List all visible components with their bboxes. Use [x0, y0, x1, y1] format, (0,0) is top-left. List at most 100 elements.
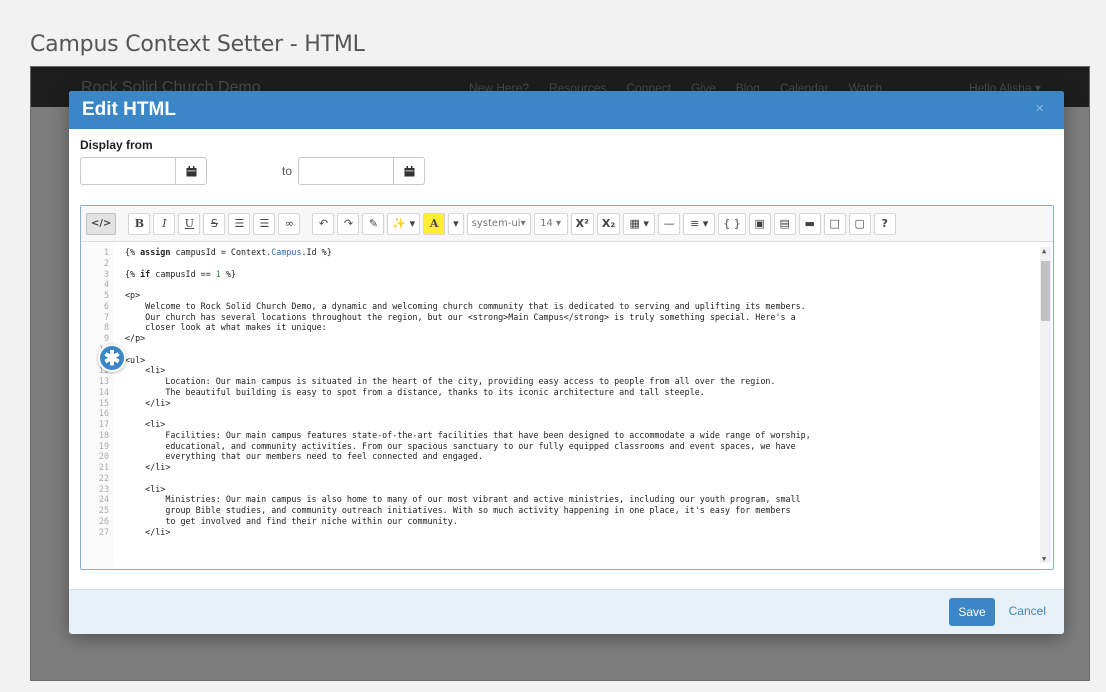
code-line: 6 Welcome to Rock Solid Church Demo, a d… [81, 301, 1021, 312]
code-line: 25 group Bible studies, and community ou… [81, 505, 1021, 516]
line-content: closer look at what makes it unique: [125, 322, 327, 333]
line-number: 7 [103, 311, 109, 322]
close-icon[interactable]: × [1035, 100, 1044, 117]
code-token: {% [125, 247, 141, 257]
style-dropdown[interactable]: ✨ ▾ [387, 212, 421, 235]
superscript-button[interactable]: X² [570, 212, 594, 235]
line-content: Ministries: Our main campus is also home… [125, 494, 801, 505]
line-content: Location: Our main campus is situated in… [125, 376, 775, 387]
code-token: </li> [125, 526, 171, 537]
calendar-icon[interactable] [394, 157, 425, 185]
code-token: </p> [125, 333, 146, 343]
code-token: <p> [125, 290, 141, 300]
paste-text-button[interactable]: ▢ [848, 212, 871, 235]
line-content: <li> [125, 365, 165, 376]
cancel-button[interactable]: Cancel [1009, 604, 1046, 618]
scroll-up-icon[interactable]: ▲ [1042, 247, 1046, 255]
code-line: 8 closer look at what makes it unique: [81, 322, 1021, 333]
code-line: 17 <li> [81, 419, 1021, 430]
italic-button[interactable]: I [153, 212, 176, 235]
code-line: 20 everything that our members need to f… [81, 451, 1021, 462]
code-token: The beautiful building is easy to spot f… [125, 386, 705, 397]
chevron-down-icon: ▾ [552, 218, 562, 229]
code-token: everything that our members need to feel… [125, 451, 483, 462]
asterisk-badge-icon[interactable]: ✱ [98, 344, 126, 372]
strikethrough-button[interactable]: S [203, 212, 226, 235]
code-token: .Id %} [301, 247, 332, 257]
bold-button[interactable]: B [128, 212, 151, 235]
edit-html-modal: Edit HTML × Display from to </> B I U S … [69, 91, 1064, 634]
font-size-dropdown[interactable]: 14 ▾ [533, 212, 568, 235]
paste-button[interactable]: □ [823, 212, 846, 235]
horizontal-rule-button[interactable]: — [658, 212, 681, 235]
lava-button[interactable]: { } [718, 212, 746, 235]
code-token: Facilities: Our main campus features sta… [125, 429, 811, 440]
code-token: Location: Our main campus is situated in… [125, 376, 776, 386]
line-content: educational, and community activities. F… [125, 441, 795, 452]
save-button[interactable]: Save [949, 598, 995, 626]
line-number: 14 [98, 386, 109, 397]
line-content: <li> [125, 484, 165, 495]
line-number: 19 [98, 440, 109, 451]
modal-header: Edit HTML × [69, 91, 1064, 129]
to-label: to [282, 164, 293, 178]
folder-button[interactable]: ▬ [798, 212, 821, 235]
code-token: campusId = Context. [170, 247, 272, 257]
line-number: 20 [98, 451, 109, 462]
highlight-color-button[interactable]: A [423, 212, 446, 235]
code-editor[interactable]: 1 {% assign campusId = Context.Campus.Id … [81, 243, 1053, 569]
file-button[interactable]: ▤ [773, 212, 796, 235]
code-token: %} [220, 268, 236, 279]
code-token: </li> [125, 462, 171, 472]
code-token: Campus [271, 247, 302, 257]
code-token: <li> [125, 365, 166, 376]
image-button[interactable]: ▣ [748, 212, 771, 235]
line-number: 16 [98, 408, 109, 419]
start-date-input[interactable] [80, 157, 176, 185]
code-token: </li> [125, 397, 171, 408]
align-dropdown[interactable]: ≡ ▾ [683, 212, 716, 235]
code-line: 15 </li> [81, 398, 1021, 409]
line-content: <li> [125, 419, 165, 430]
line-content: <p> [125, 290, 140, 301]
line-number: 26 [98, 515, 109, 526]
subscript-button[interactable]: X₂ [596, 212, 621, 235]
chevron-down-icon: ▾ [520, 218, 526, 229]
code-line: 1 {% assign campusId = Context.Campus.Id … [81, 247, 1021, 258]
code-line: 9 </p> [81, 333, 1021, 344]
help-button[interactable]: ? [873, 212, 896, 235]
clear-format-button[interactable]: ✎ [362, 212, 385, 235]
line-number: 17 [98, 419, 109, 429]
calendar-icon[interactable] [176, 157, 207, 185]
code-view-button[interactable]: </> [86, 212, 117, 235]
font-size-value: 14 [540, 218, 553, 229]
unordered-list-button[interactable]: ☰ [253, 212, 276, 235]
undo-button[interactable]: ↶ [312, 212, 335, 235]
line-content: </li> [125, 462, 170, 473]
scrollbar-thumb[interactable] [1041, 261, 1050, 321]
link-button[interactable]: ∞ [278, 212, 301, 235]
line-content: Facilities: Our main campus features sta… [125, 429, 811, 441]
color-dropdown-button[interactable]: ▾ [448, 212, 464, 235]
vertical-scrollbar[interactable]: ▲ ▼ [1040, 247, 1051, 563]
ordered-list-button[interactable]: ☰ [228, 212, 251, 235]
code-token: if [140, 268, 151, 279]
scroll-down-icon[interactable]: ▼ [1042, 555, 1046, 563]
underline-button[interactable]: U [178, 212, 201, 235]
line-number: 13 [98, 376, 109, 386]
line-content: group Bible studies, and community outre… [125, 505, 790, 516]
font-family-dropdown[interactable]: system-ui ▾ [466, 212, 531, 235]
line-number: 9 [103, 333, 109, 343]
line-number: 8 [103, 322, 109, 333]
line-number: 15 [98, 397, 109, 408]
code-line: 23 <li> [81, 484, 1021, 495]
redo-button[interactable]: ↷ [337, 212, 360, 235]
editor-toolbar: </> B I U S ☰ ☰ ∞ ↶ ↷ ✎ ✨ ▾ A ▾ system-u… [81, 206, 1053, 242]
line-number: 1 [103, 247, 109, 257]
end-date-input[interactable] [298, 157, 394, 185]
code-token: campusId == [150, 268, 216, 279]
table-dropdown[interactable]: ▦ ▾ [623, 212, 656, 235]
code-line: 19 educational, and community activities… [81, 441, 1021, 452]
code-line: 11<ul> [81, 355, 1021, 366]
code-token: Ministries: Our main campus is also home… [125, 494, 801, 505]
